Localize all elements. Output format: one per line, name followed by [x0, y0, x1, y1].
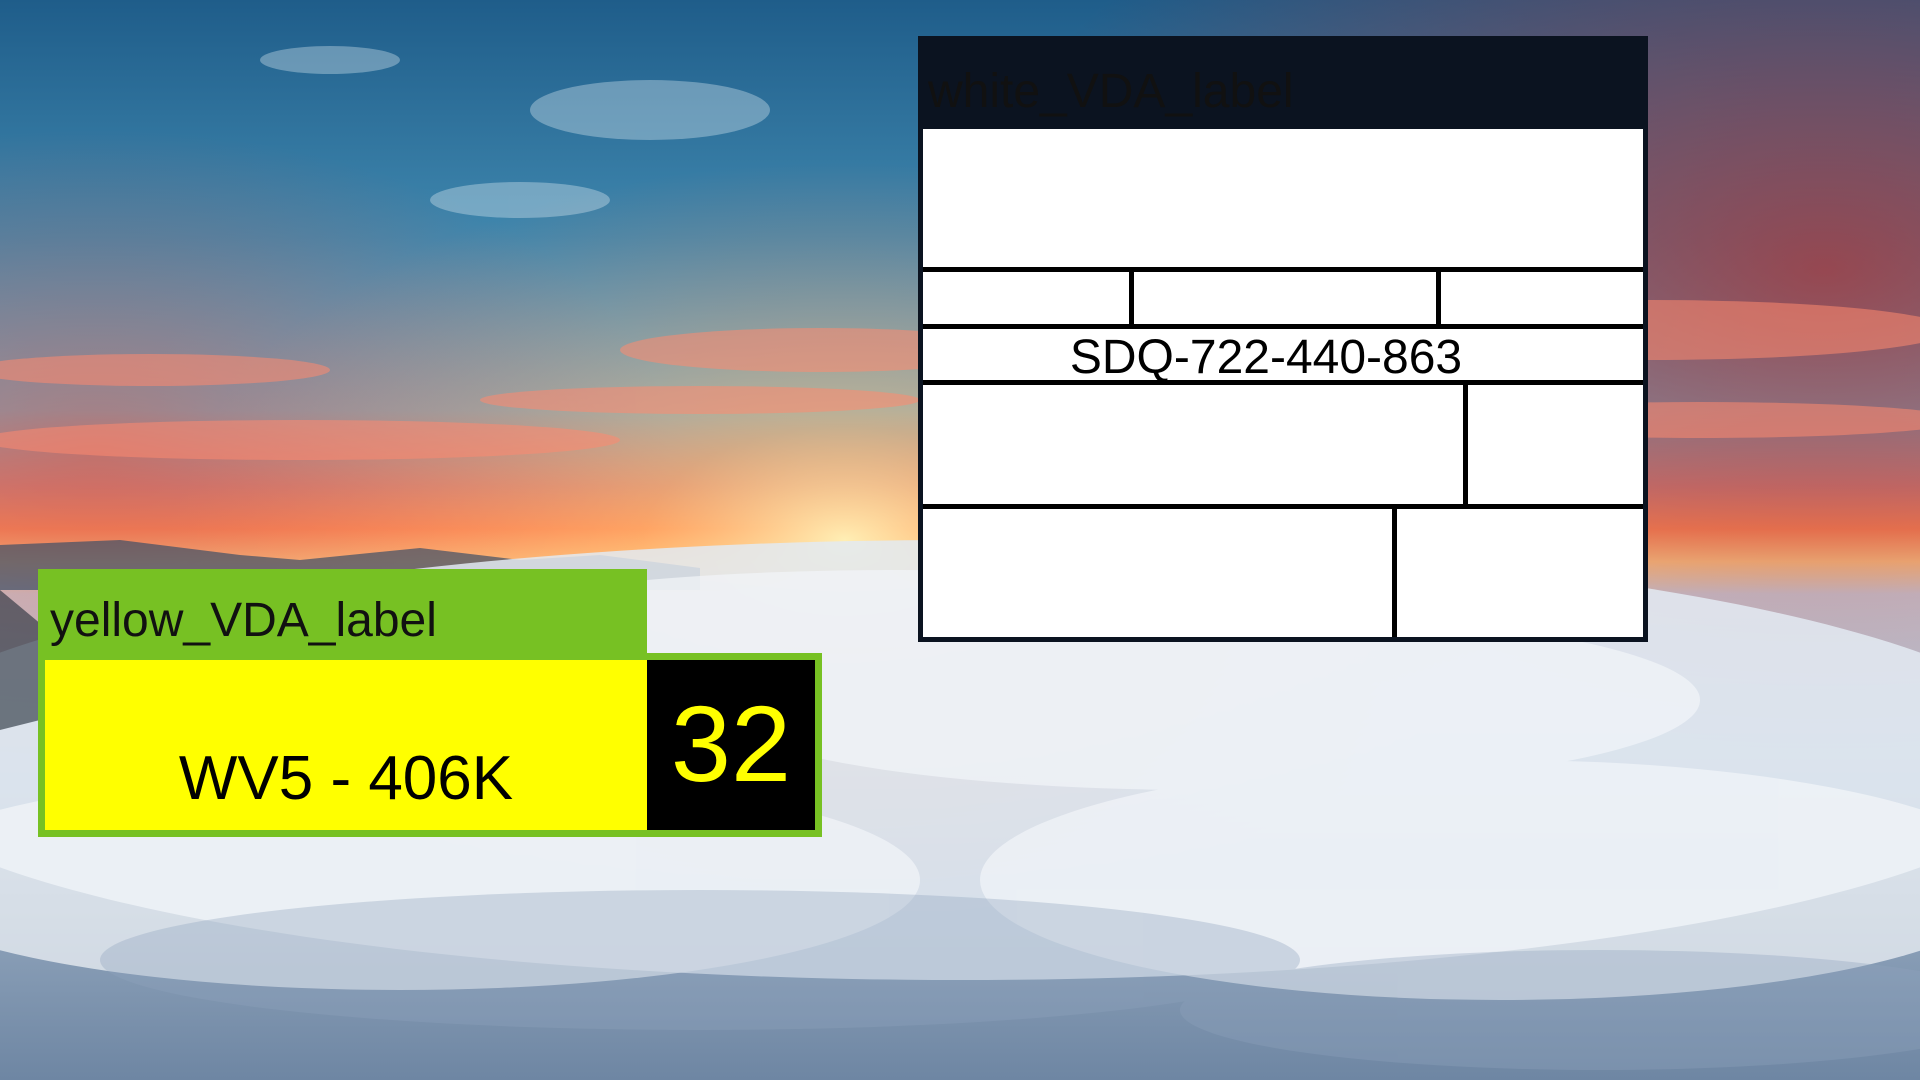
yellow-label-plate-text: WV5 - 406K: [178, 744, 514, 813]
white-vda-label[interactable]: white_VDA_label SDQ-722-440-863: [918, 36, 1648, 642]
grid-line: [1436, 269, 1441, 327]
grid-line: [1392, 506, 1397, 637]
grid-line: [923, 267, 1643, 272]
grid-line: [1129, 269, 1134, 327]
grid-line: [923, 324, 1643, 329]
white-label-serial: SDQ-722-440-863: [1069, 331, 1463, 384]
white-label-title: white_VDA_label: [928, 65, 1294, 118]
yellow-label-title: yellow_VDA_label: [50, 594, 437, 647]
yellow-label-panel: WV5 - 406K: [45, 660, 647, 830]
grid-line: [1463, 382, 1468, 507]
yellow-label-frame: WV5 - 406K 32: [38, 653, 822, 837]
yellow-label-number-box: 32: [647, 660, 815, 830]
yellow-label-header[interactable]: yellow_VDA_label: [38, 569, 647, 657]
yellow-vda-label[interactable]: yellow_VDA_label WV5 - 406K 32: [38, 569, 822, 837]
white-label-frame: SDQ-722-440-863: [918, 124, 1648, 642]
grid-line: [923, 504, 1643, 509]
white-label-grid: SDQ-722-440-863: [923, 129, 1643, 637]
yellow-label-number: 32: [670, 683, 792, 804]
desktop: yellow_VDA_label WV5 - 406K 32 white_VDA…: [0, 0, 1920, 1080]
white-label-header[interactable]: white_VDA_label: [918, 36, 1648, 126]
